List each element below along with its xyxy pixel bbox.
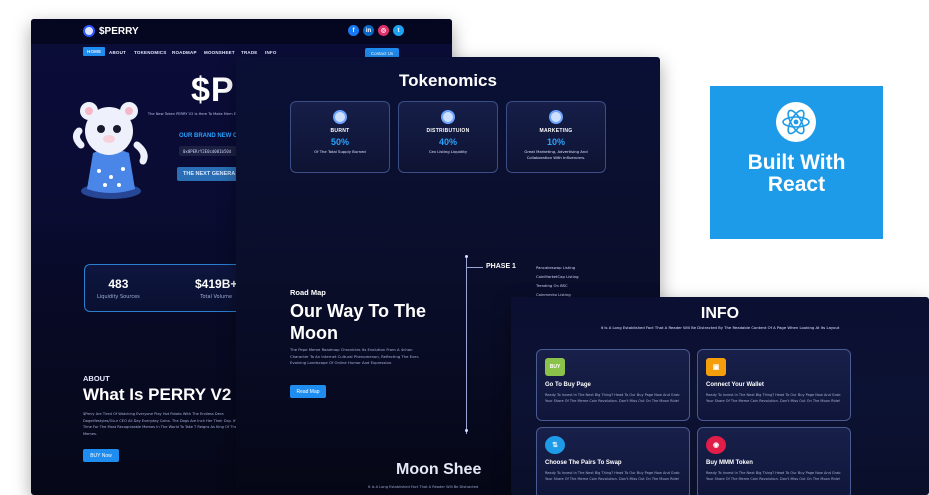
card-description: Ready To Invest In The Next Big Thing? H… bbox=[706, 393, 841, 403]
info-card-connect-wallet[interactable]: ▣ Connect Your Wallet Ready To Invest In… bbox=[697, 349, 851, 421]
bear-icon bbox=[549, 110, 563, 124]
nav-moonsheet[interactable]: MOONSHEET bbox=[204, 50, 235, 55]
card-title: Go To Buy Page bbox=[545, 382, 591, 388]
card-description: Of The Total Supply Burned bbox=[314, 149, 366, 154]
tokenomics-card-marketing: MARKETING 10% Great Marketing, Advertisi… bbox=[506, 101, 606, 173]
timeline-line bbox=[466, 256, 467, 434]
info-card-swap[interactable]: ⇅ Choose The Pairs To Swap Ready To Inve… bbox=[536, 427, 690, 495]
card-description: Cex Listing Liquidity bbox=[428, 149, 468, 154]
brand-new-heading: OUR BRAND NEW C bbox=[179, 133, 238, 139]
social-links: f in ◎ t bbox=[348, 25, 404, 36]
nav-tokenomics[interactable]: TOKENOMICS bbox=[134, 50, 166, 55]
react-atom-icon bbox=[776, 102, 816, 142]
tokenomics-card-distribution: DISTRIBUTUION 40% Cex Listing Liquidity bbox=[398, 101, 498, 173]
card-name: BURNT bbox=[330, 128, 350, 134]
wallet-icon: ▣ bbox=[706, 358, 726, 376]
card-description: Great Marketing, Advertising And Collabo… bbox=[524, 149, 588, 160]
card-percent: 10% bbox=[546, 137, 565, 147]
moonsheet-subtitle: It Is A Long Established Fact That A Rea… bbox=[368, 485, 479, 489]
contract-address[interactable]: 0x0PERrY2E0cd001b50d bbox=[179, 146, 239, 156]
card-percent: 40% bbox=[438, 137, 457, 147]
info-card-buy-token[interactable]: ◉ Buy MMM Token Ready To Invest In The N… bbox=[697, 427, 851, 495]
stat-value: $419B+ bbox=[195, 277, 238, 291]
tokenomics-card-burnt: BURNT 50% Of The Total Supply Burned bbox=[290, 101, 390, 173]
card-name: DISTRIBUTUION bbox=[426, 128, 470, 134]
roadmap-text: The Pepe Meme Roadmap Chronicles Its Evo… bbox=[290, 347, 420, 365]
card-name: MARKETING bbox=[539, 128, 573, 134]
list-item: Pancakeswap Listing bbox=[536, 265, 576, 270]
badge-text: Built With React bbox=[710, 152, 883, 196]
twitter-icon[interactable]: t bbox=[393, 25, 404, 36]
info-subtitle: It Is A Long Established Fact That A Rea… bbox=[600, 325, 840, 330]
nav-about[interactable]: ABOUT bbox=[109, 50, 126, 55]
read-map-button[interactable]: Read Map bbox=[290, 385, 326, 398]
card-description: Ready To Invest In The Next Big Thing? H… bbox=[706, 471, 841, 481]
info-card-buy-page[interactable]: BUY Go To Buy Page Ready To Invest In Th… bbox=[536, 349, 690, 421]
stat-volume: $419B+ Total Volume bbox=[195, 277, 237, 300]
linkedin-icon[interactable]: in bbox=[363, 25, 374, 36]
info-title: INFO bbox=[700, 305, 740, 322]
nav-roadmap[interactable]: ROADMAP bbox=[172, 50, 197, 55]
nav-trade[interactable]: TRADE bbox=[241, 50, 258, 55]
bear-icon bbox=[333, 110, 347, 124]
stat-value: 483 bbox=[108, 277, 129, 291]
stat-label: Liquidity Sources bbox=[97, 294, 140, 300]
site-logo[interactable]: $PERRY bbox=[83, 25, 139, 37]
card-description: Ready To Invest In The Next Big Thing? H… bbox=[545, 471, 680, 481]
info-screenshot: INFO It Is A Long Established Fact That … bbox=[511, 297, 929, 495]
facebook-icon[interactable]: f bbox=[348, 25, 359, 36]
card-title: Choose The Pairs To Swap bbox=[545, 460, 622, 466]
buy-now-button[interactable]: BUY Now bbox=[83, 449, 119, 462]
tokenomics-title: Tokenomics bbox=[399, 71, 497, 90]
next-generation-button[interactable]: THE NEXT GENERA bbox=[177, 167, 239, 181]
built-with-react-badge: Built With React bbox=[710, 86, 883, 239]
card-percent: 50% bbox=[330, 137, 349, 147]
timeline-connector bbox=[467, 267, 483, 268]
badge-line-2: React bbox=[767, 173, 826, 196]
mascot-bear-image bbox=[72, 102, 148, 199]
moonsheet-title: Moon Shee bbox=[396, 461, 482, 478]
buy-icon: BUY bbox=[545, 358, 565, 376]
list-item: Trending On BSC bbox=[536, 283, 568, 288]
timeline-dot bbox=[465, 255, 468, 258]
card-description: Ready To Invest In The Next Big Thing? H… bbox=[545, 393, 680, 403]
about-title: What Is PERRY V2 bbox=[83, 385, 232, 404]
card-title: Buy MMM Token bbox=[706, 460, 753, 466]
swap-icon: ⇅ bbox=[545, 436, 565, 454]
roadmap-kicker: Road Map bbox=[290, 288, 326, 297]
about-kicker: ABOUT bbox=[83, 374, 110, 383]
token-icon: ◉ bbox=[706, 436, 726, 454]
about-text: $Perry Are Tired Of Watching Everyone Pl… bbox=[83, 412, 239, 436]
bear-icon bbox=[441, 110, 455, 124]
logo-text: $PERRY bbox=[99, 25, 139, 37]
stat-label: Total Volume bbox=[200, 294, 233, 300]
nav-home[interactable]: HOME bbox=[83, 47, 106, 56]
perry-logo-icon bbox=[83, 25, 95, 37]
phase-label: PHASE 1 bbox=[486, 263, 516, 270]
timeline-dot bbox=[465, 429, 468, 432]
roadmap-title: Our Way To The Moon bbox=[290, 301, 427, 343]
phase-list: Pancakeswap Listing CoinMarketCap Listin… bbox=[536, 263, 579, 299]
instagram-icon[interactable]: ◎ bbox=[378, 25, 389, 36]
list-item: CoinMarketCap Listing bbox=[536, 274, 579, 279]
badge-line-1: Built With bbox=[747, 151, 846, 174]
card-title: Connect Your Wallet bbox=[706, 382, 764, 388]
nav-info[interactable]: INFO bbox=[265, 50, 277, 55]
stat-liquidity: 483 Liquidity Sources bbox=[97, 277, 140, 300]
